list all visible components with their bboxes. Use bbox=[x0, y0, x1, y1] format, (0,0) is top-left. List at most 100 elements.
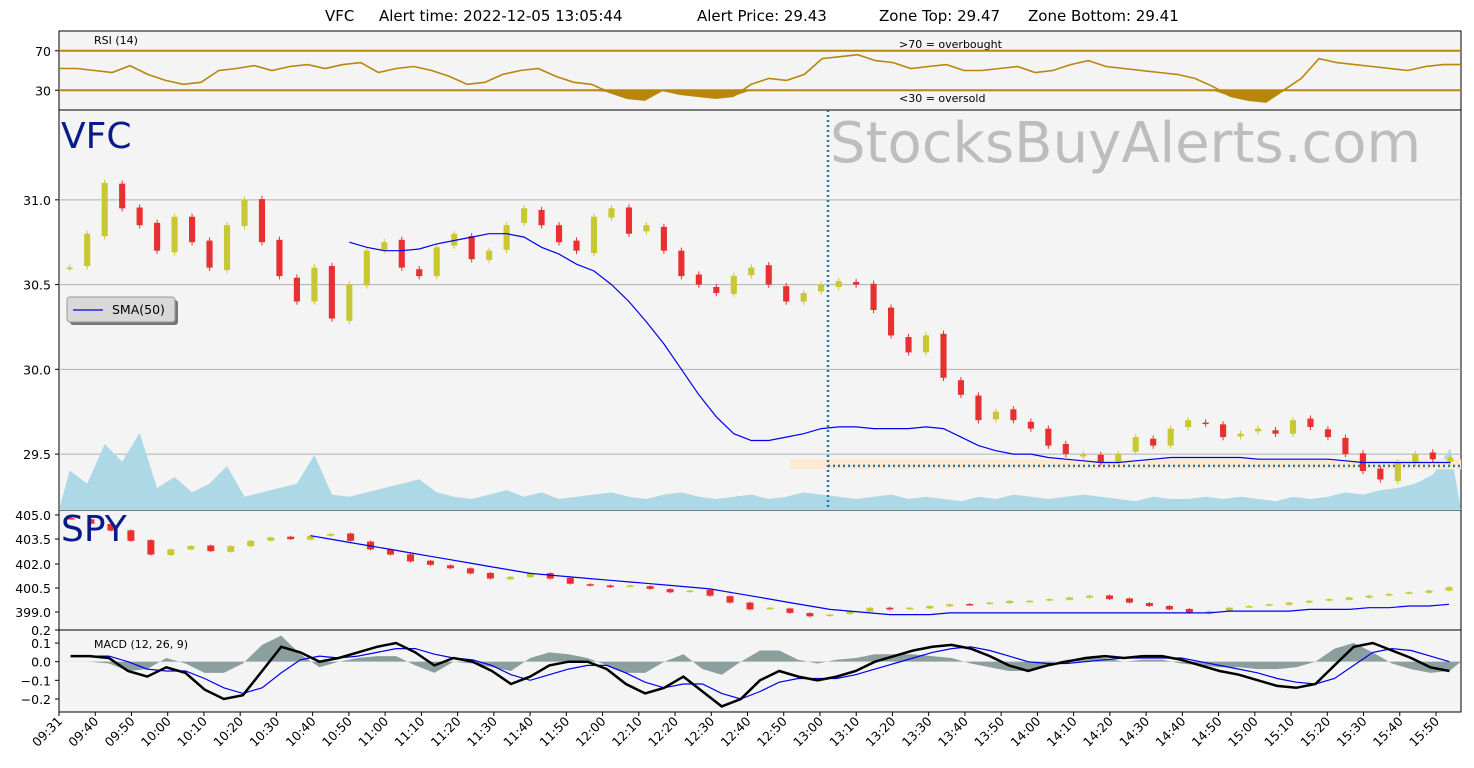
vfc-candle bbox=[398, 239, 405, 268]
vfc-candle bbox=[783, 286, 790, 302]
spy-candle bbox=[1165, 606, 1173, 610]
vfc-candle bbox=[1412, 454, 1419, 463]
spy-candle bbox=[1385, 594, 1393, 596]
spy-candle bbox=[746, 602, 754, 610]
vfc-candle bbox=[905, 337, 912, 353]
xtick-label: 11:20 bbox=[428, 713, 464, 749]
vfc-candle bbox=[1045, 428, 1052, 446]
legend-sma-label: SMA(50) bbox=[112, 302, 165, 317]
macd-ytick-label: 0.1 bbox=[31, 636, 51, 651]
xtick-label: 15:30 bbox=[1334, 713, 1370, 749]
vfc-candle bbox=[1254, 428, 1262, 432]
vfc-candle bbox=[1220, 424, 1227, 438]
vfc-candle bbox=[188, 216, 196, 243]
spy-candle bbox=[1265, 604, 1273, 606]
stock-alert-chart: VFC Alert time: 2022-12-05 13:05:44 Aler… bbox=[15, 7, 1462, 750]
title-alert-price: Alert Price: 29.43 bbox=[697, 7, 827, 25]
spy-candle bbox=[247, 540, 255, 547]
spy-candle bbox=[1145, 603, 1153, 606]
spy-candle bbox=[1305, 600, 1313, 603]
spy-candle bbox=[227, 546, 235, 552]
vfc-candle bbox=[940, 333, 947, 378]
vfc-symbol-label: VFC bbox=[61, 116, 131, 157]
spy-candle bbox=[167, 549, 175, 556]
vfc-candle bbox=[416, 269, 423, 277]
price-ytick-label: 31.0 bbox=[23, 193, 51, 208]
xtick-label: 11:30 bbox=[464, 713, 500, 749]
vfc-candle bbox=[119, 183, 126, 209]
spy-candle bbox=[806, 613, 814, 617]
spy-candle bbox=[906, 607, 914, 610]
spy-candle bbox=[986, 602, 994, 605]
spy-candle bbox=[1185, 608, 1193, 613]
macd-ytick-label: −0.2 bbox=[21, 692, 51, 707]
vfc-candle bbox=[1167, 428, 1174, 446]
vfc-candle bbox=[1289, 420, 1297, 434]
vfc-candle bbox=[1202, 422, 1209, 425]
vfc-candle bbox=[765, 265, 772, 285]
vfc-candle bbox=[84, 233, 91, 267]
vfc-candle bbox=[1010, 409, 1017, 421]
spy-candle bbox=[726, 596, 734, 603]
vfc-candle bbox=[346, 284, 353, 321]
macd-label: MACD (12, 26, 9) bbox=[94, 638, 188, 651]
spy-ytick-label: 400.5 bbox=[15, 581, 51, 596]
spy-candle bbox=[966, 604, 974, 606]
xtick-label: 15:00 bbox=[1225, 713, 1261, 749]
xtick-label: 15:20 bbox=[1297, 713, 1333, 749]
xtick-label: 14:40 bbox=[1152, 713, 1188, 749]
vfc-candle bbox=[328, 266, 335, 319]
vfc-candle bbox=[381, 242, 388, 250]
vfc-candle bbox=[625, 207, 633, 234]
vfc-candle bbox=[154, 222, 161, 251]
vfc-candle bbox=[643, 225, 650, 232]
xtick-label: 09:31 bbox=[29, 714, 65, 750]
price-ytick-label: 30.0 bbox=[23, 362, 51, 377]
vfc-candle bbox=[1132, 437, 1139, 452]
spy-candle bbox=[1325, 599, 1333, 601]
vfc-candle bbox=[171, 216, 178, 253]
xtick-label: 15:40 bbox=[1370, 713, 1406, 749]
spy-candle bbox=[1285, 602, 1293, 605]
sma-legend: SMA(50) bbox=[66, 296, 178, 325]
macd-ytick-label: −0.1 bbox=[21, 673, 51, 688]
spy-candle bbox=[406, 554, 415, 562]
title-zone-bottom: Zone Bottom: 29.41 bbox=[1028, 7, 1179, 25]
vfc-candle bbox=[1097, 454, 1104, 463]
vfc-candle bbox=[311, 267, 318, 302]
spy-candle bbox=[1445, 587, 1453, 591]
vfc-candle bbox=[678, 250, 685, 277]
watermark: StocksBuyAlerts.com bbox=[830, 111, 1421, 176]
vfc-candle bbox=[1185, 420, 1192, 428]
xtick-label: 12:50 bbox=[754, 713, 790, 749]
spy-candle bbox=[466, 568, 474, 574]
spy-ytick-label: 405.0 bbox=[15, 508, 51, 523]
xtick-label: 12:40 bbox=[718, 713, 754, 749]
xtick-label: 13:10 bbox=[826, 713, 862, 749]
spy-candle bbox=[566, 577, 574, 584]
vfc-candle bbox=[1237, 433, 1244, 437]
xtick-label: 10:10 bbox=[174, 713, 210, 749]
spy-candle bbox=[1245, 606, 1253, 608]
xtick-label: 10:00 bbox=[138, 713, 174, 749]
xtick-label: 12:10 bbox=[609, 713, 645, 749]
spy-candle bbox=[686, 590, 694, 593]
vfc-candle bbox=[1429, 452, 1436, 460]
rsi-ytick-label: 30 bbox=[35, 83, 51, 98]
xtick-label: 11:40 bbox=[500, 713, 536, 749]
spy-candle bbox=[1425, 590, 1433, 593]
xtick-label: 14:20 bbox=[1080, 713, 1116, 749]
vfc-candle bbox=[293, 277, 300, 302]
spy-candle bbox=[946, 604, 954, 607]
spy-candle bbox=[1405, 592, 1413, 594]
vfc-candle bbox=[258, 199, 266, 243]
xtick-label: 11:00 bbox=[355, 713, 391, 749]
xtick-label: 15:50 bbox=[1406, 713, 1442, 749]
title-zone-top: Zone Top: 29.47 bbox=[879, 7, 1000, 25]
spy-candle bbox=[766, 607, 774, 610]
chart-title: VFC Alert time: 2022-12-05 13:05:44 Aler… bbox=[325, 7, 1179, 25]
spy-candle bbox=[886, 607, 894, 610]
spy-candle bbox=[826, 614, 834, 617]
spy-candle bbox=[1066, 597, 1074, 600]
vfc-candle bbox=[800, 293, 807, 302]
